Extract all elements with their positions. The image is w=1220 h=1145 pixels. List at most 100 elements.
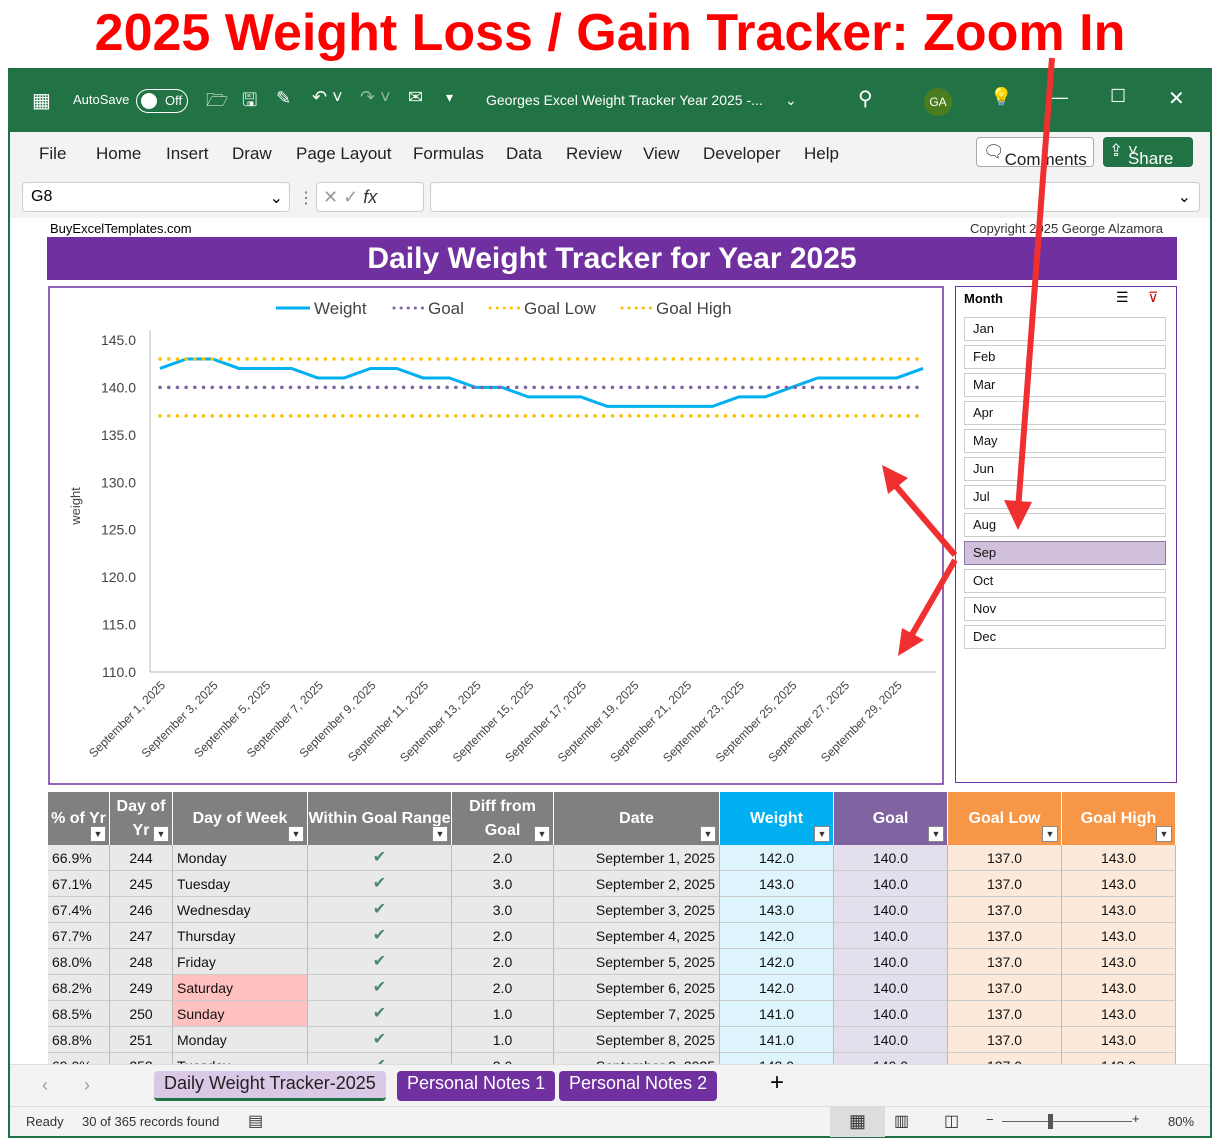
table-cell[interactable]: 67.7% <box>48 923 110 949</box>
filter-dropdown-icon[interactable]: ▼ <box>814 826 830 842</box>
document-title[interactable]: Georges Excel Weight Tracker Year 2025 -… <box>486 92 763 108</box>
prev-sheet-icon[interactable]: ‹ <box>42 1075 48 1096</box>
table-cell[interactable]: 137.0 <box>948 1053 1062 1064</box>
table-cell[interactable]: Monday <box>173 1027 308 1053</box>
table-cell[interactable]: 244 <box>110 845 173 871</box>
table-cell[interactable]: 1.0 <box>452 1001 554 1027</box>
check-icon[interactable]: ✔ <box>308 923 452 949</box>
menu-developer[interactable]: Developer <box>703 144 781 164</box>
menu-file[interactable]: File <box>39 144 66 164</box>
filter-dropdown-icon[interactable]: ▼ <box>1156 826 1172 842</box>
table-cell[interactable]: 137.0 <box>948 897 1062 923</box>
table-cell[interactable]: 245 <box>110 871 173 897</box>
table-cell[interactable]: 143.0 <box>1062 897 1176 923</box>
undo-icon[interactable]: ↶ ˅ <box>312 87 343 108</box>
table-cell[interactable]: 142.0 <box>720 975 834 1001</box>
autosave-toggle[interactable]: Off <box>136 89 188 113</box>
filter-dropdown-icon[interactable]: ▼ <box>534 826 550 842</box>
table-cell[interactable]: September 2, 2025 <box>554 871 720 897</box>
tab-personal-notes-1[interactable]: Personal Notes 1 <box>397 1071 556 1101</box>
mail-icon[interactable]: ✉ <box>408 87 423 108</box>
menu-data[interactable]: Data <box>506 144 542 164</box>
table-cell[interactable]: 141.0 <box>720 1027 834 1053</box>
table-cell[interactable]: 252 <box>110 1053 173 1064</box>
table-cell[interactable]: 2.0 <box>452 975 554 1001</box>
table-cell[interactable]: September 5, 2025 <box>554 949 720 975</box>
normal-view-icon[interactable]: ▦ <box>830 1107 885 1137</box>
cancel-icon[interactable]: ✕ <box>323 187 338 207</box>
check-icon[interactable]: ✔ <box>308 871 452 897</box>
table-cell[interactable]: September 4, 2025 <box>554 923 720 949</box>
table-cell[interactable]: 251 <box>110 1027 173 1053</box>
table-cell[interactable]: 246 <box>110 897 173 923</box>
page-break-view-icon[interactable]: ◫ <box>944 1111 959 1131</box>
zoom-out-button[interactable]: − <box>986 1112 994 1127</box>
table-cell[interactable]: September 8, 2025 <box>554 1027 720 1053</box>
accessibility-icon[interactable]: ▤ <box>248 1111 263 1131</box>
filter-dropdown-icon[interactable]: ▼ <box>1042 826 1058 842</box>
table-cell[interactable]: 1.0 <box>452 1027 554 1053</box>
filter-dropdown-icon[interactable]: ▼ <box>90 826 106 842</box>
table-cell[interactable]: 68.8% <box>48 1027 110 1053</box>
table-cell[interactable]: 69.0% <box>48 1053 110 1064</box>
table-cell[interactable]: 140.0 <box>834 871 948 897</box>
slicer-item-nov[interactable]: Nov <box>964 597 1166 621</box>
save-as-icon[interactable]: ✎ <box>276 88 291 109</box>
redo-icon[interactable]: ↷ ˅ <box>360 87 391 108</box>
table-cell[interactable]: Monday <box>173 845 308 871</box>
table-cell[interactable]: 137.0 <box>948 923 1062 949</box>
table-cell[interactable]: 143.0 <box>720 871 834 897</box>
menu-draw[interactable]: Draw <box>232 144 272 164</box>
table-cell[interactable]: 3.0 <box>452 897 554 923</box>
table-cell[interactable]: Tuesday <box>173 871 308 897</box>
table-cell[interactable]: 143.0 <box>1062 1053 1176 1064</box>
table-cell[interactable]: Saturday <box>173 975 308 1001</box>
slicer-item-dec[interactable]: Dec <box>964 625 1166 649</box>
table-cell[interactable]: 142.0 <box>720 923 834 949</box>
slicer-item-sep[interactable]: Sep <box>964 541 1166 565</box>
table-cell[interactable]: 143.0 <box>1062 949 1176 975</box>
table-cell[interactable]: 142.0 <box>720 845 834 871</box>
table-cell[interactable]: 67.4% <box>48 897 110 923</box>
clear-filter-icon[interactable]: ⊽ <box>1148 289 1158 306</box>
slicer-item-jan[interactable]: Jan <box>964 317 1166 341</box>
table-cell[interactable]: September 7, 2025 <box>554 1001 720 1027</box>
table-cell[interactable]: 140.0 <box>834 1027 948 1053</box>
check-icon[interactable]: ✔ <box>308 1053 452 1064</box>
slicer-item-feb[interactable]: Feb <box>964 345 1166 369</box>
chevron-down-icon[interactable]: ⌄ <box>785 92 797 109</box>
table-cell[interactable]: 2.0 <box>452 845 554 871</box>
table-cell[interactable]: 140.0 <box>834 949 948 975</box>
table-cell[interactable]: 248 <box>110 949 173 975</box>
table-cell[interactable]: 250 <box>110 1001 173 1027</box>
table-cell[interactable]: Friday <box>173 949 308 975</box>
filter-dropdown-icon[interactable]: ▼ <box>153 826 169 842</box>
name-box[interactable]: G8 ⌄ <box>22 182 290 212</box>
open-icon[interactable]: 🗁 <box>206 88 228 118</box>
menu-review[interactable]: Review <box>566 144 622 164</box>
table-cell[interactable]: Thursday <box>173 923 308 949</box>
table-cell[interactable]: 68.2% <box>48 975 110 1001</box>
tab-daily-weight-tracker[interactable]: Daily Weight Tracker-2025 <box>154 1071 386 1101</box>
table-cell[interactable]: September 9, 2025 <box>554 1053 720 1064</box>
slicer-item-may[interactable]: May <box>964 429 1166 453</box>
slicer-item-oct[interactable]: Oct <box>964 569 1166 593</box>
check-icon[interactable]: ✔ <box>308 1027 452 1053</box>
multi-select-icon[interactable]: ☰ <box>1116 289 1129 306</box>
zoom-level[interactable]: 80% <box>1168 1114 1194 1129</box>
table-cell[interactable]: 141.0 <box>720 1001 834 1027</box>
menu-formulas[interactable]: Formulas <box>413 144 484 164</box>
check-icon[interactable]: ✔ <box>308 1001 452 1027</box>
table-cell[interactable]: 143.0 <box>1062 871 1176 897</box>
table-cell[interactable]: September 1, 2025 <box>554 845 720 871</box>
share-button[interactable]: ⇪ Share ˅ <box>1103 137 1193 168</box>
slicer-item-apr[interactable]: Apr <box>964 401 1166 425</box>
menu-page-layout[interactable]: Page Layout <box>296 144 391 164</box>
table-cell[interactable]: September 3, 2025 <box>554 897 720 923</box>
enter-icon[interactable]: ✓ <box>343 187 358 207</box>
table-cell[interactable]: 140.0 <box>834 923 948 949</box>
zoom-in-button[interactable]: + <box>1132 1111 1140 1126</box>
table-cell[interactable]: 140.0 <box>834 1053 948 1064</box>
lightbulb-icon[interactable]: 💡 <box>990 87 1012 108</box>
table-cell[interactable]: 142.0 <box>720 1053 834 1064</box>
